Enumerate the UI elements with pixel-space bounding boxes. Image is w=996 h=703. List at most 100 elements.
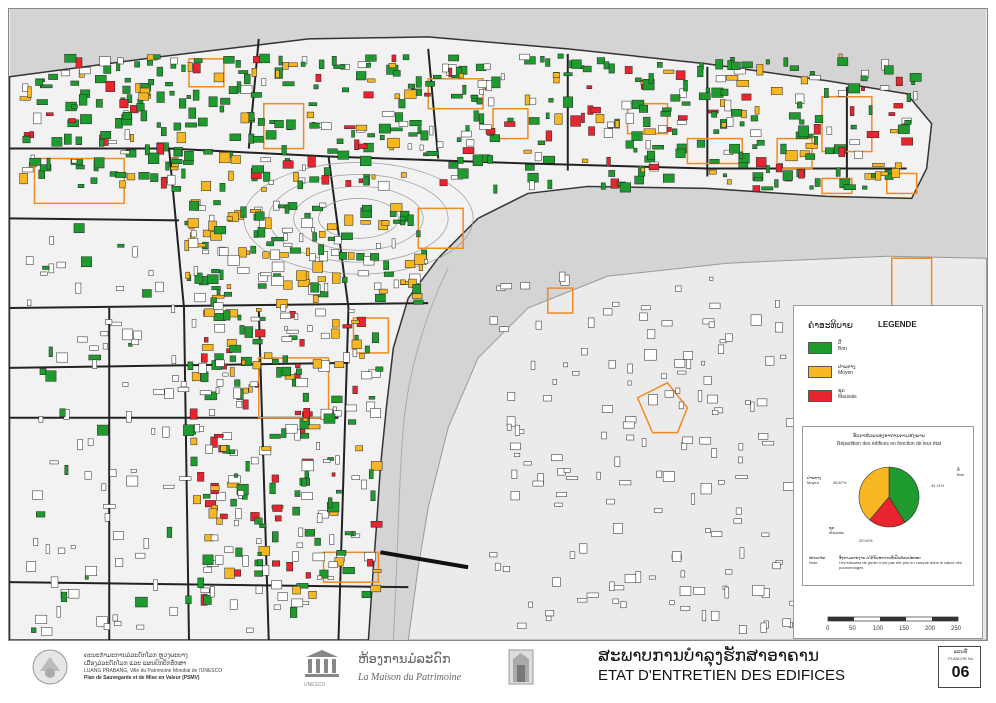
building	[56, 352, 68, 363]
building	[75, 282, 82, 294]
building	[214, 353, 224, 361]
building	[272, 504, 283, 512]
building	[271, 580, 283, 590]
plate-label: PLANCHE No	[947, 656, 974, 661]
building	[194, 292, 206, 303]
building	[412, 293, 423, 299]
building	[40, 271, 48, 276]
building	[213, 200, 221, 206]
building	[563, 96, 574, 108]
building	[826, 126, 833, 135]
building	[56, 606, 61, 618]
building	[355, 445, 363, 452]
building	[705, 87, 711, 93]
building	[761, 186, 774, 191]
building	[528, 117, 540, 125]
building	[752, 144, 758, 149]
building	[529, 180, 535, 191]
legend-swatch-mauvais	[808, 390, 832, 402]
building	[234, 473, 239, 478]
building	[717, 344, 725, 354]
building	[244, 326, 254, 338]
building	[814, 178, 821, 187]
building	[256, 308, 262, 312]
building	[809, 71, 815, 76]
building	[332, 319, 340, 328]
building	[191, 372, 201, 382]
building	[750, 314, 762, 326]
building	[214, 324, 226, 333]
building	[450, 93, 463, 99]
building	[378, 288, 388, 294]
building	[473, 110, 479, 122]
building	[240, 206, 247, 218]
map-title-lao: ສະພາບການບຳລຸງຮັກສາອາຄານ	[598, 646, 820, 666]
building	[252, 361, 262, 370]
building	[624, 66, 633, 74]
building	[75, 57, 83, 69]
building	[577, 597, 588, 603]
building	[739, 121, 745, 127]
building	[229, 355, 236, 362]
building	[169, 90, 175, 96]
building	[683, 351, 693, 360]
building	[136, 103, 145, 112]
building	[311, 227, 315, 233]
maison-fr: La Maison du Patrimoine	[358, 672, 462, 683]
building	[697, 65, 704, 78]
building	[296, 542, 303, 548]
building	[283, 242, 293, 247]
building	[627, 363, 633, 374]
legend-label-moyen: ປານກາງ Moyen	[838, 364, 856, 376]
building	[203, 566, 212, 573]
building	[192, 89, 200, 101]
building	[77, 184, 85, 188]
building	[259, 53, 270, 64]
building	[547, 179, 553, 190]
building	[608, 360, 616, 369]
building	[286, 329, 299, 334]
building	[752, 185, 761, 192]
building	[215, 387, 220, 394]
building	[709, 159, 720, 164]
building	[756, 157, 767, 168]
building	[170, 166, 179, 171]
building	[813, 123, 821, 135]
building	[331, 56, 337, 66]
building	[77, 336, 88, 343]
building	[586, 85, 593, 89]
building	[234, 379, 241, 387]
building	[750, 115, 758, 122]
building	[612, 301, 620, 307]
building	[187, 361, 194, 371]
building	[540, 56, 545, 63]
building	[462, 147, 475, 154]
building	[39, 368, 47, 375]
building	[200, 587, 210, 593]
building	[235, 508, 242, 520]
building	[612, 523, 623, 534]
building	[71, 158, 78, 164]
building	[214, 226, 226, 235]
building	[208, 409, 216, 416]
building	[391, 54, 397, 62]
building	[893, 103, 904, 109]
building	[601, 431, 607, 440]
building	[315, 308, 326, 317]
building	[701, 360, 705, 366]
building	[293, 172, 299, 182]
building	[249, 381, 259, 387]
building	[295, 368, 302, 375]
building	[286, 62, 298, 67]
building	[725, 569, 733, 575]
building	[193, 58, 203, 64]
building	[223, 56, 235, 64]
building	[112, 614, 118, 622]
building	[890, 129, 898, 134]
building	[138, 92, 149, 101]
building	[33, 537, 39, 547]
building	[679, 586, 692, 596]
building	[741, 61, 753, 69]
building	[307, 155, 316, 168]
building	[719, 339, 727, 344]
